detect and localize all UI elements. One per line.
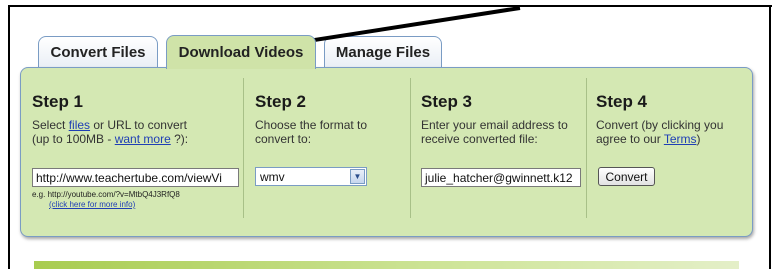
annotation-arrow-icon (236, 6, 521, 58)
tab-label: Download Videos (178, 44, 304, 61)
tab-download-videos[interactable]: Download Videos (166, 35, 316, 69)
bottom-banner-strip (34, 261, 739, 269)
